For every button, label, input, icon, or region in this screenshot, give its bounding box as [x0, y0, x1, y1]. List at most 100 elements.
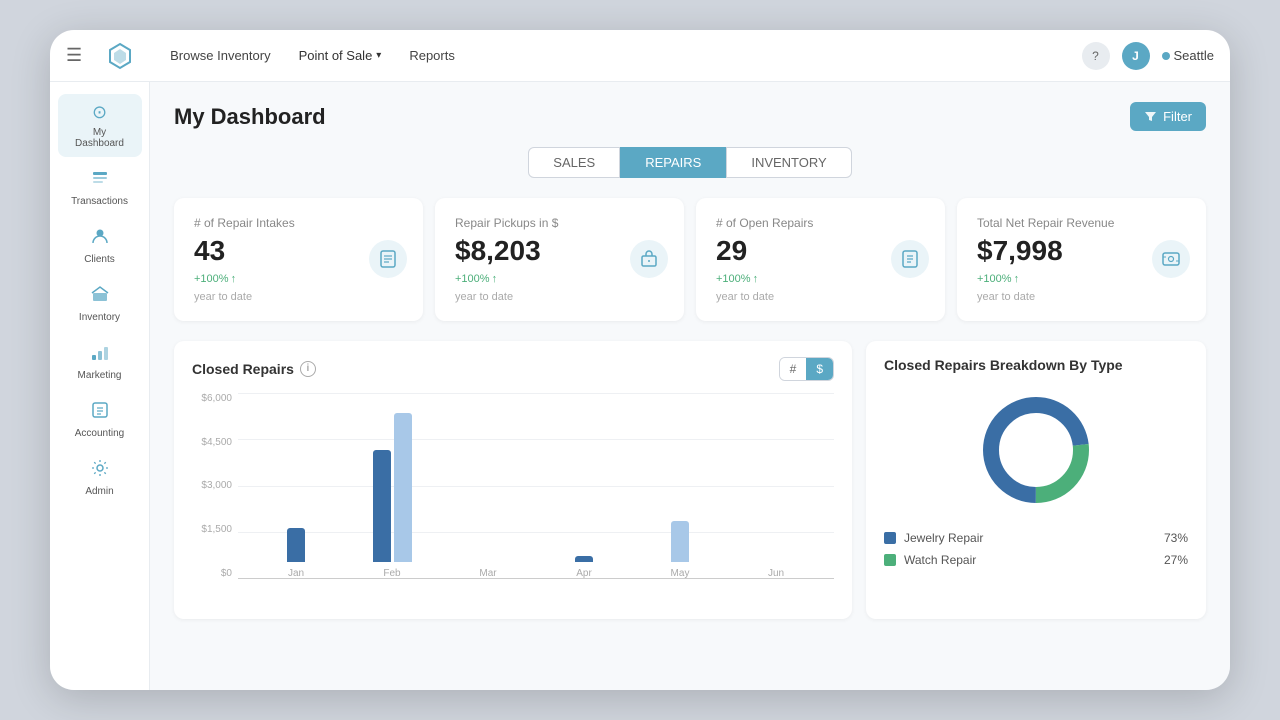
dashboard-icon: ⊙ [92, 102, 107, 123]
toggle-dollar-button[interactable]: $ [806, 358, 833, 380]
device-frame: ☰ Browse Inventory Point of Sale ▾ Repor… [50, 30, 1230, 690]
stat-card-intakes: # of Repair Intakes 43 +100% ↑ year to d… [174, 198, 423, 321]
y-label-1500: $1,500 [192, 524, 238, 535]
sidebar: ⊙ My Dashboard Transactions [50, 82, 150, 690]
accounting-icon [91, 401, 109, 424]
charts-row: Closed Repairs i # $ $6,000 $4,5 [174, 341, 1206, 619]
bar-apr: Apr [564, 376, 604, 579]
sidebar-label-accounting: Accounting [75, 428, 124, 439]
logo-icon [106, 42, 134, 70]
clients-icon [91, 227, 109, 250]
bar-jun: Jun [756, 376, 796, 579]
sidebar-label-admin: Admin [85, 486, 113, 497]
bar-jan-dark [287, 528, 305, 561]
stat-card-pickups-icon [630, 240, 668, 278]
page-title: My Dashboard [174, 104, 326, 130]
tab-repairs[interactable]: REPAIRS [620, 147, 726, 178]
tab-inventory[interactable]: INVENTORY [726, 147, 851, 178]
hamburger-icon[interactable]: ☰ [66, 45, 82, 66]
nav-right: ? J Seattle [1082, 42, 1214, 70]
legend-pct-watch: 27% [1164, 553, 1188, 567]
main-layout: ⊙ My Dashboard Transactions [50, 82, 1230, 690]
admin-icon [91, 459, 109, 482]
legend-dot-watch [884, 554, 896, 566]
page-header: My Dashboard Filter [174, 102, 1206, 131]
bar-feb-dark [373, 450, 391, 562]
nav-point-of-sale[interactable]: Point of Sale ▾ [287, 42, 394, 69]
tab-sales[interactable]: SALES [528, 147, 620, 178]
bars-container: Jan Feb [238, 393, 834, 579]
bar-mar-label: Mar [479, 568, 496, 579]
legend-item-jewelry: Jewelry Repair 73% [884, 531, 1188, 545]
breakdown-chart-header: Closed Repairs Breakdown By Type [884, 357, 1188, 373]
stat-card-open-repairs-period: year to date [716, 291, 925, 303]
stat-card-intakes-period: year to date [194, 291, 403, 303]
bar-may-label: May [671, 568, 690, 579]
stat-card-open-repairs-icon [891, 240, 929, 278]
help-button[interactable]: ? [1082, 42, 1110, 70]
main-content: My Dashboard Filter SALES REPAIRS INVENT… [150, 82, 1230, 690]
bar-jun-label: Jun [768, 568, 784, 579]
donut-legend: Jewelry Repair 73% Watch Repair 27% [884, 531, 1188, 567]
sidebar-item-marketing[interactable]: Marketing [58, 335, 142, 389]
info-icon[interactable]: i [300, 361, 316, 377]
breakdown-chart-title: Closed Repairs Breakdown By Type [884, 357, 1123, 373]
sidebar-label-marketing: Marketing [78, 370, 122, 381]
stat-card-pickups-period: year to date [455, 291, 664, 303]
stat-card-pickups: Repair Pickups in $ $8,203 +100% ↑ year … [435, 198, 684, 321]
y-label-3000: $3,000 [192, 480, 238, 491]
user-avatar[interactable]: J [1122, 42, 1150, 70]
legend-label-jewelry: Jewelry Repair [904, 531, 983, 545]
sidebar-item-dashboard[interactable]: ⊙ My Dashboard [58, 94, 142, 157]
sidebar-item-transactions[interactable]: Transactions [58, 161, 142, 215]
closed-repairs-chart: Closed Repairs i # $ $6,000 $4,5 [174, 341, 852, 619]
nav-links: Browse Inventory Point of Sale ▾ Reports [158, 42, 1057, 69]
stat-card-intakes-icon [369, 240, 407, 278]
bar-mar: Mar [468, 376, 508, 579]
bar-chart: $6,000 $4,500 $3,000 $1,500 $0 [192, 393, 834, 603]
stat-card-revenue-title: Total Net Repair Revenue [977, 216, 1186, 230]
sidebar-item-clients[interactable]: Clients [58, 219, 142, 273]
sidebar-item-admin[interactable]: Admin [58, 451, 142, 505]
breakdown-chart: Closed Repairs Breakdown By Type [866, 341, 1206, 619]
tabs-container: SALES REPAIRS INVENTORY [174, 147, 1206, 178]
sidebar-item-accounting[interactable]: Accounting [58, 393, 142, 447]
bar-jan-label: Jan [288, 568, 304, 579]
legend-pct-jewelry: 73% [1164, 531, 1188, 545]
stat-cards: # of Repair Intakes 43 +100% ↑ year to d… [174, 198, 1206, 321]
location-label: Seattle [1174, 48, 1214, 63]
location-dot [1162, 52, 1170, 60]
nav-browse-inventory[interactable]: Browse Inventory [158, 42, 282, 69]
bar-apr-label: Apr [576, 568, 592, 579]
chart-title: Closed Repairs i [192, 361, 316, 377]
sidebar-label-transactions: Transactions [71, 196, 128, 207]
stat-card-pickups-title: Repair Pickups in $ [455, 216, 664, 230]
transactions-icon [91, 169, 109, 192]
stat-card-revenue: Total Net Repair Revenue $7,998 +100% ↑ … [957, 198, 1206, 321]
stat-card-open-repairs-change: +100% ↑ [716, 273, 925, 285]
filter-icon [1144, 110, 1157, 123]
y-label-4500: $4,500 [192, 437, 238, 448]
stat-card-pickups-change: +100% ↑ [455, 273, 664, 285]
sidebar-item-inventory[interactable]: Inventory [58, 277, 142, 331]
stat-card-open-repairs: # of Open Repairs 29 +100% ↑ year to dat… [696, 198, 945, 321]
sidebar-label-dashboard: My Dashboard [70, 127, 130, 149]
filter-button[interactable]: Filter [1130, 102, 1206, 131]
bar-may: May [660, 376, 700, 579]
donut-container: Jewelry Repair 73% Watch Repair 27% [884, 385, 1188, 567]
stat-card-intakes-title: # of Repair Intakes [194, 216, 403, 230]
legend-item-watch: Watch Repair 27% [884, 553, 1188, 567]
inventory-icon [91, 285, 109, 308]
stat-card-revenue-change: +100% ↑ [977, 273, 1186, 285]
bar-apr-dark [575, 556, 593, 562]
donut-chart-svg [971, 385, 1101, 515]
marketing-icon [91, 343, 109, 366]
stat-card-open-repairs-title: # of Open Repairs [716, 216, 925, 230]
bar-jan: Jan [276, 376, 316, 579]
stat-card-revenue-period: year to date [977, 291, 1186, 303]
sidebar-label-clients: Clients [84, 254, 115, 265]
location-selector[interactable]: Seattle [1162, 48, 1214, 63]
y-label-6000: $6,000 [192, 393, 238, 404]
nav-reports[interactable]: Reports [397, 42, 467, 69]
bar-feb-light [394, 413, 412, 562]
